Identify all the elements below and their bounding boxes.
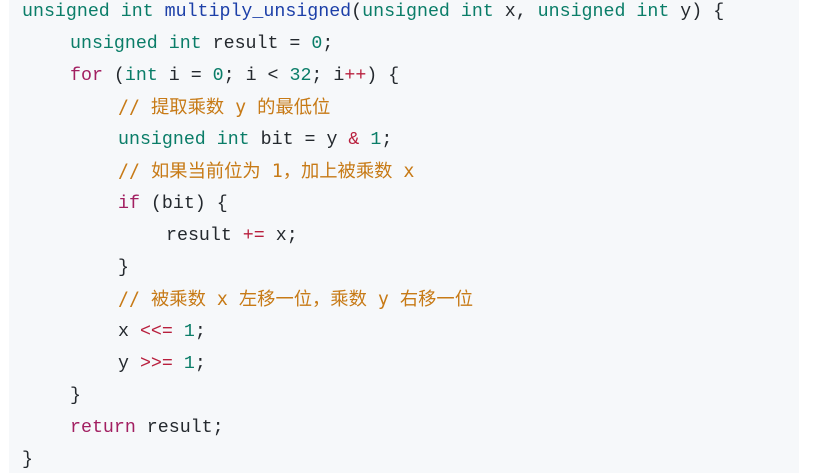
code-line-comment: // 被乘数 x 左移一位，乘数 y 右移一位 bbox=[22, 288, 473, 312]
code-text: } bbox=[118, 258, 129, 278]
number-literal: 0 bbox=[212, 66, 224, 86]
code-text: result = bbox=[201, 34, 312, 54]
code-text: y bbox=[118, 354, 140, 374]
control-keyword: for bbox=[70, 66, 103, 86]
code-text: i = bbox=[157, 66, 213, 86]
type-keyword: unsigned int bbox=[118, 130, 250, 150]
code-text: bit = y bbox=[249, 130, 349, 150]
code-text: ) { bbox=[366, 66, 400, 86]
code-text: ; bbox=[194, 322, 206, 342]
operator: ++ bbox=[344, 66, 367, 86]
type-keyword: unsigned int bbox=[537, 2, 670, 22]
code-comment: // 被乘数 x 左移一位，乘数 y 右移一位 bbox=[118, 289, 473, 310]
control-keyword: return bbox=[70, 418, 136, 438]
number-literal: 32 bbox=[289, 66, 312, 86]
type-keyword: unsigned int bbox=[22, 2, 154, 22]
type-keyword: unsigned int bbox=[70, 34, 202, 54]
code-text: } bbox=[22, 450, 33, 470]
code-comment: // 如果当前位为 1，加上被乘数 x bbox=[118, 161, 415, 182]
operator: <<= bbox=[139, 322, 173, 342]
code-line-close-brace: } bbox=[22, 448, 33, 472]
code-line-comment: // 提取乘数 y 的最低位 bbox=[22, 96, 330, 120]
operator: >>= bbox=[139, 354, 173, 374]
code-text: x; bbox=[264, 226, 298, 246]
code-line-bit-decl: unsigned int bit = y & 1; bbox=[22, 128, 392, 152]
number-literal: 1 bbox=[370, 130, 382, 150]
code-text: ; bbox=[381, 130, 393, 150]
number-literal: 1 bbox=[183, 354, 195, 374]
operator: += bbox=[242, 226, 265, 246]
code-text: ; i bbox=[311, 66, 345, 86]
type-keyword: int bbox=[124, 66, 158, 86]
operator: & bbox=[348, 130, 360, 150]
code-text: x bbox=[118, 322, 140, 342]
code-text: (bit) { bbox=[139, 194, 228, 214]
code-line-result-add: result += x; bbox=[22, 224, 298, 248]
code-text: result; bbox=[135, 418, 224, 438]
code-line-if: if (bit) { bbox=[22, 192, 228, 216]
code-line-function-signature: unsigned int multiply_unsigned(unsigned … bbox=[22, 0, 724, 24]
code-line-close-brace: } bbox=[22, 384, 81, 408]
code-comment: // 提取乘数 y 的最低位 bbox=[118, 97, 331, 118]
number-literal: 0 bbox=[311, 34, 323, 54]
code-text: result bbox=[166, 226, 243, 246]
number-literal: 1 bbox=[183, 322, 195, 342]
control-keyword: if bbox=[118, 194, 140, 214]
code-line-shift-right: y >>= 1; bbox=[22, 352, 206, 376]
code-text: ; i < bbox=[223, 66, 290, 86]
paren: ( bbox=[351, 2, 363, 22]
code-block: unsigned int multiply_unsigned(unsigned … bbox=[9, 0, 799, 473]
type-keyword: unsigned int bbox=[362, 2, 494, 22]
code-text: ( bbox=[102, 66, 125, 86]
param-text: y) { bbox=[669, 2, 725, 22]
code-line-comment: // 如果当前位为 1，加上被乘数 x bbox=[22, 160, 414, 184]
code-text: } bbox=[70, 386, 81, 406]
code-text: ; bbox=[194, 354, 206, 374]
code-line-result-decl: unsigned int result = 0; bbox=[22, 32, 333, 56]
code-line-return: return result; bbox=[22, 416, 224, 440]
code-line-close-brace: } bbox=[22, 256, 129, 280]
code-line-shift-left: x <<= 1; bbox=[22, 320, 206, 344]
function-name: multiply_unsigned bbox=[164, 2, 352, 22]
param-text: x, bbox=[493, 2, 538, 22]
code-line-for-loop: for (int i = 0; i < 32; i++) { bbox=[22, 64, 399, 88]
code-text: ; bbox=[322, 34, 334, 54]
